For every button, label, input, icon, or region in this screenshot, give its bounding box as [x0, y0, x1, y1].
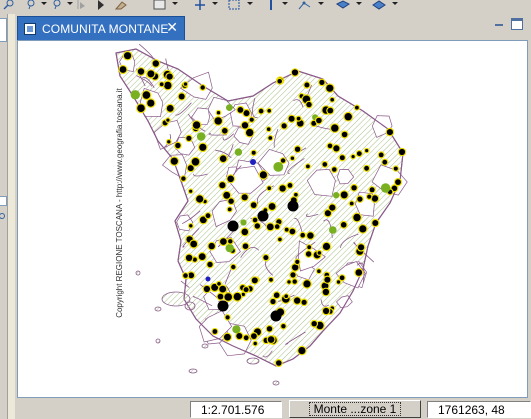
layer-icon[interactable]	[336, 0, 350, 10]
dock-tab-stub[interactable]	[0, 18, 7, 42]
scale-field[interactable]: 1:2.701.576	[190, 401, 282, 418]
minimize-button[interactable]	[493, 18, 505, 30]
zoom-in-icon[interactable]	[2, 0, 16, 10]
map-editor-window: COMUNITA MONTANE ✕ Copyright REGIONE TOS…	[15, 14, 531, 419]
maximize-button[interactable]	[511, 18, 523, 30]
map-canvas[interactable]: Copyright REGIONE TOSCANA - http://www.g…	[17, 40, 528, 398]
arrow-right-icon[interactable]	[94, 0, 108, 10]
tuscany-map[interactable]	[18, 41, 528, 398]
zoom-box-icon[interactable]	[50, 0, 64, 10]
pan-icon[interactable]	[193, 0, 207, 10]
tab-label: COMUNITA MONTANE	[42, 21, 169, 36]
info-icon[interactable]	[264, 0, 278, 10]
chevron-down-icon[interactable]	[392, 2, 398, 5]
zoom-out-icon[interactable]	[24, 0, 38, 10]
map-regions	[115, 43, 408, 367]
chevron-down-icon[interactable]	[356, 2, 362, 5]
chevron-down-icon[interactable]	[247, 2, 253, 5]
dock-button-stub[interactable]	[0, 196, 7, 206]
layer-select-icon[interactable]	[153, 0, 167, 10]
measure-icon[interactable]	[298, 0, 312, 10]
search-icon[interactable]	[0, 212, 7, 222]
chevron-down-icon[interactable]	[41, 2, 47, 5]
tab-comunita-montane[interactable]: COMUNITA MONTANE ✕	[17, 16, 185, 40]
chevron-down-icon[interactable]	[172, 2, 178, 5]
map-document-icon	[24, 22, 36, 35]
layer-button-label: Monte ...zone 1	[308, 402, 402, 416]
status-bar: 1:2.701.576 Monte ...zone 1 1761263, 48	[17, 399, 531, 419]
chevron-down-icon[interactable]	[212, 2, 218, 5]
dock-gutter	[7, 14, 15, 419]
select-pointer-icon[interactable]	[74, 0, 88, 10]
close-icon[interactable]: ✕	[166, 20, 178, 36]
copyright-text: Copyright REGIONE TOSCANA - http://www.g…	[115, 88, 124, 318]
layer-button[interactable]: Monte ...zone 1	[289, 400, 421, 418]
chevron-down-icon[interactable]	[67, 2, 73, 5]
chevron-down-icon[interactable]	[282, 2, 288, 5]
chevron-down-icon[interactable]	[318, 2, 324, 5]
edit-icon[interactable]	[372, 0, 386, 10]
eraser-icon[interactable]	[114, 0, 128, 10]
main-toolbar	[0, 0, 531, 12]
coordinates-field: 1761263, 48	[427, 401, 531, 418]
editor-tabbar: COMUNITA MONTANE ✕	[15, 14, 531, 40]
select-rect-icon[interactable]	[228, 0, 242, 10]
